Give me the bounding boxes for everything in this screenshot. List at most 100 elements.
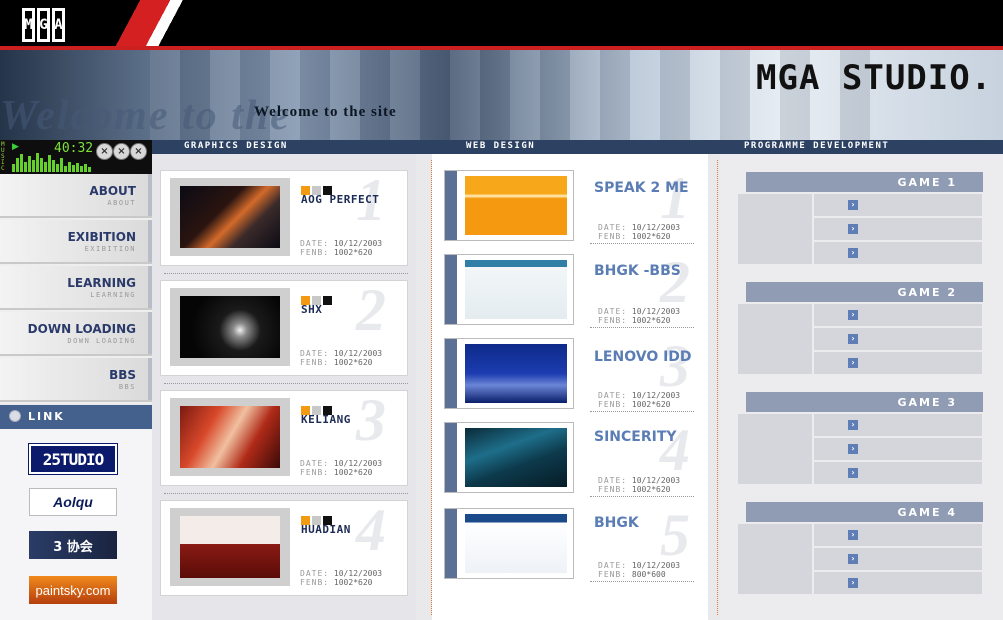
web-thumbnail-1[interactable] bbox=[444, 170, 574, 241]
equalizer-bar bbox=[20, 154, 23, 172]
menu-item-sub: EXIBITION bbox=[84, 245, 136, 253]
date-value: 10/12/2003 bbox=[631, 561, 681, 570]
menu-item-sub: ABOUT bbox=[107, 199, 136, 207]
divider bbox=[164, 273, 408, 274]
welcome-ghost-text: Welcome to the bbox=[0, 93, 291, 139]
nav-programme-development[interactable]: PROGRAMME DEVELOPMENT bbox=[744, 141, 889, 151]
menu-item-learning[interactable]: LEARNING LEARNING bbox=[0, 266, 152, 310]
web-title: LENOVO IDD bbox=[594, 349, 692, 365]
graphics-thumbnail-3[interactable] bbox=[170, 398, 290, 476]
arrow-icon[interactable]: › bbox=[848, 444, 858, 454]
divider bbox=[590, 581, 694, 582]
arrow-icon[interactable]: › bbox=[848, 468, 858, 478]
arrow-icon[interactable]: › bbox=[848, 358, 858, 368]
game-row[interactable]: › bbox=[814, 572, 982, 594]
link-association[interactable]: 3 协会 bbox=[29, 531, 117, 559]
web-title: BHGK -BBS bbox=[594, 263, 681, 279]
graphics-meta: DATE: 10/12/2003 FENB: 1002*620 bbox=[300, 459, 382, 477]
game-row[interactable]: › bbox=[814, 438, 982, 460]
size-label: FENB: bbox=[598, 400, 628, 409]
graphics-thumbnail-1[interactable] bbox=[170, 178, 290, 256]
game-row[interactable]: › bbox=[814, 194, 982, 216]
size-label: FENB: bbox=[300, 248, 330, 257]
equalizer-bar bbox=[84, 164, 87, 172]
game-row[interactable]: › bbox=[814, 242, 982, 264]
arrow-icon[interactable]: › bbox=[848, 334, 858, 344]
game-row[interactable]: › bbox=[814, 414, 982, 436]
menu-item-exibition[interactable]: EXIBITION EXIBITION bbox=[0, 220, 152, 264]
logo-letter-m: M bbox=[22, 8, 35, 42]
size-label: FENB: bbox=[598, 316, 628, 325]
web-card-number: 5 bbox=[660, 502, 690, 568]
web-thumbnail-3[interactable] bbox=[444, 338, 574, 409]
link-aolqu[interactable]: Aolqu bbox=[29, 488, 117, 516]
player-close-icon-2[interactable]: × bbox=[113, 143, 130, 160]
web-thumbnail-4[interactable] bbox=[444, 422, 574, 493]
player-close-icon-1[interactable]: × bbox=[96, 143, 113, 160]
size-value: 1002*620 bbox=[333, 248, 373, 257]
menu-item-title: LEARNING bbox=[67, 276, 136, 290]
game-row[interactable]: › bbox=[814, 352, 982, 374]
link-paintsky[interactable]: paintsky.com bbox=[29, 576, 117, 604]
game-row[interactable]: › bbox=[814, 462, 982, 484]
arrow-icon[interactable]: › bbox=[848, 530, 858, 540]
arrow-icon[interactable]: › bbox=[848, 200, 858, 210]
nav-graphics-design[interactable]: GRAPHICS DESIGN bbox=[184, 141, 288, 151]
link-label: 25TUDIO bbox=[42, 449, 104, 469]
game-row[interactable]: › bbox=[814, 328, 982, 350]
date-label: DATE: bbox=[598, 561, 628, 570]
game-header-4[interactable]: GAME 4 bbox=[746, 502, 983, 522]
equalizer-bar bbox=[60, 158, 63, 172]
date-value: 10/12/2003 bbox=[333, 459, 383, 468]
game-row[interactable]: › bbox=[814, 524, 982, 546]
menu-item-title: ABOUT bbox=[89, 184, 136, 198]
link-25tudio[interactable]: 25TUDIO bbox=[28, 443, 118, 475]
date-label: DATE: bbox=[598, 476, 628, 485]
mga-logo[interactable]: M G A bbox=[22, 8, 65, 42]
size-value: 1002*620 bbox=[631, 485, 671, 494]
web-thumbnail-2[interactable] bbox=[444, 254, 574, 325]
game-row[interactable]: › bbox=[814, 304, 982, 326]
graphics-card-number: 4 bbox=[356, 497, 386, 563]
arrow-icon[interactable]: › bbox=[848, 224, 858, 234]
web-meta: DATE: 10/12/2003 FENB: 1002*620 bbox=[598, 223, 680, 241]
player-close-icon-3[interactable]: × bbox=[130, 143, 147, 160]
game-title: GAME 2 bbox=[897, 286, 957, 299]
nav-web-design[interactable]: WEB DESIGN bbox=[466, 141, 535, 151]
arrow-icon[interactable]: › bbox=[848, 554, 858, 564]
graphics-thumbnail-2[interactable] bbox=[170, 288, 290, 366]
menu-item-down-loading[interactable]: DOWN LOADING DOWN LOADING bbox=[0, 312, 152, 356]
arrow-icon[interactable]: › bbox=[848, 310, 858, 320]
menu-item-bbs[interactable]: BBS BBS bbox=[0, 358, 152, 402]
game-row[interactable]: › bbox=[814, 218, 982, 240]
web-thumbnail-5[interactable] bbox=[444, 508, 574, 579]
equalizer-bar bbox=[28, 156, 31, 172]
graphics-meta: DATE: 10/12/2003 FENB: 1002*620 bbox=[300, 349, 382, 367]
red-stripe-decoration bbox=[95, 0, 195, 48]
menu-item-title: BBS bbox=[109, 368, 136, 382]
menu-item-about[interactable]: ABOUT ABOUT bbox=[0, 174, 152, 218]
arrow-icon[interactable]: › bbox=[848, 248, 858, 258]
arrow-icon[interactable]: › bbox=[848, 578, 858, 588]
link-bullet-icon bbox=[9, 410, 21, 422]
game-header-2[interactable]: GAME 2 bbox=[746, 282, 983, 302]
game-header-1[interactable]: GAME 1 bbox=[746, 172, 983, 192]
game-title: GAME 1 bbox=[897, 176, 957, 189]
game-row[interactable]: › bbox=[814, 548, 982, 570]
equalizer-bar bbox=[72, 165, 75, 172]
date-value: 10/12/2003 bbox=[631, 476, 681, 485]
arrow-icon[interactable]: › bbox=[848, 420, 858, 430]
game-preview-1 bbox=[738, 194, 812, 264]
date-value: 10/12/2003 bbox=[333, 349, 383, 358]
game-preview-4 bbox=[738, 524, 812, 594]
game-header-3[interactable]: GAME 3 bbox=[746, 392, 983, 412]
menu-item-title: DOWN LOADING bbox=[27, 322, 136, 336]
graphics-card-number: 3 bbox=[356, 387, 386, 453]
menu-item-title: EXIBITION bbox=[67, 230, 136, 244]
web-meta: DATE: 10/12/2003 FENB: 1002*620 bbox=[598, 391, 680, 409]
equalizer-bar bbox=[40, 158, 43, 172]
play-icon[interactable]: ▶ bbox=[12, 142, 19, 152]
divider bbox=[590, 411, 694, 412]
graphics-thumbnail-4[interactable] bbox=[170, 508, 290, 586]
link-label: 3 协会 bbox=[53, 539, 93, 555]
